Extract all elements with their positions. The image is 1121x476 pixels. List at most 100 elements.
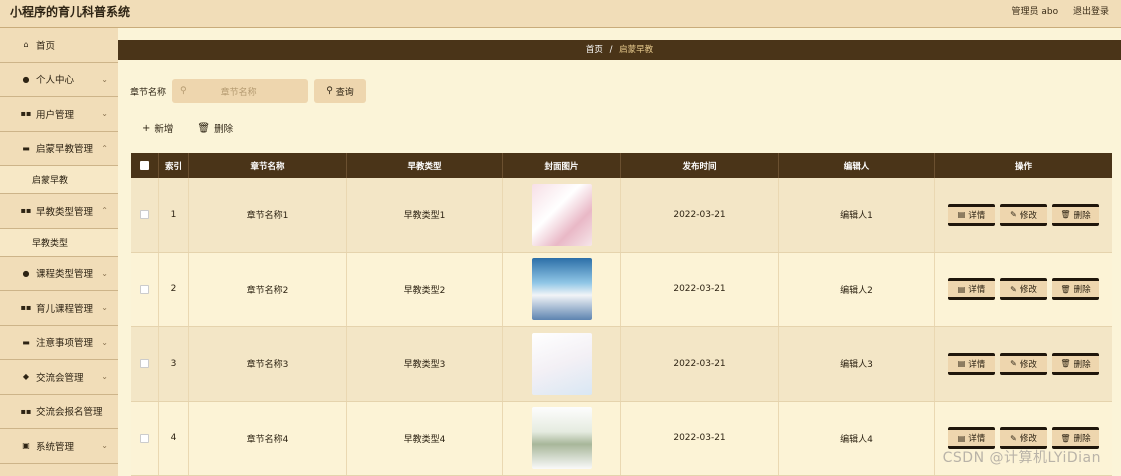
edit-button[interactable]: ✎ 修改	[1000, 352, 1047, 375]
pencil-icon: ✎	[1010, 433, 1017, 443]
delete-button[interactable]: 🗑 删除	[1052, 352, 1099, 375]
sidebar-item-personal-center[interactable]: ● 个人中心 ⌄	[0, 63, 118, 97]
sidebar-item-parenting-course-management[interactable]: ▪▪ 育儿课程管理 ⌄	[0, 291, 118, 326]
detail-button[interactable]: ▤ 详情	[948, 427, 995, 450]
pencil-icon: ✎	[1010, 359, 1017, 369]
book-icon: ▬	[22, 143, 30, 153]
row-index: 2	[159, 252, 189, 326]
sidebar-item-course-type-management[interactable]: ● 课程类型管理 ⌄	[0, 257, 118, 291]
row-cover-cell	[503, 401, 621, 475]
sidebar-item-label: 首页	[36, 40, 56, 52]
sidebar-item-label: 用户管理	[36, 109, 75, 121]
user-icon: ●	[22, 74, 30, 84]
watermark: CSDN @计算机LYiDian	[942, 450, 1101, 466]
row-cover-cell	[503, 327, 621, 401]
row-checkbox[interactable]	[140, 210, 149, 220]
edit-button[interactable]: ✎ 修改	[1000, 427, 1047, 450]
trash-icon: 🗑	[1060, 284, 1071, 294]
delete-button[interactable]: 🗑 删除	[1052, 203, 1099, 226]
delete-button[interactable]: 🗑 删除	[1052, 278, 1099, 301]
row-checkbox[interactable]	[140, 359, 149, 369]
cover-image[interactable]	[531, 407, 592, 470]
query-button[interactable]: ⚲ 查询	[314, 79, 367, 103]
edit-button-label: 修改	[1019, 359, 1037, 370]
query-button-label: 查询	[335, 87, 354, 98]
plus-icon: +	[142, 122, 151, 134]
admin-label[interactable]: 管理员 abo	[1012, 7, 1059, 17]
search-row: 章节名称 ⚲ 章节名称 ⚲ 查询	[130, 79, 367, 103]
select-all-cell	[131, 153, 159, 178]
delete-button[interactable]: 🗑 删除	[1052, 427, 1099, 450]
row-date: 2022-03-21	[621, 401, 779, 475]
column-header-type: 早教类型	[347, 153, 503, 178]
sidebar-item-notes-management[interactable]: ▬ 注意事项管理 ⌄	[0, 326, 118, 360]
grid-icon: ▪▪	[20, 406, 32, 416]
document-icon: ▤	[957, 359, 966, 369]
sidebar-subitem-early-education[interactable]: 启蒙早教	[0, 166, 118, 194]
sidebar-item-meeting-management[interactable]: ◆ 交流会管理 ⌄	[0, 360, 118, 395]
row-index: 1	[159, 178, 189, 252]
detail-button-label: 详情	[968, 210, 986, 221]
search-icon: ⚲	[326, 86, 333, 96]
search-input[interactable]: ⚲ 章节名称	[172, 79, 309, 103]
chevron-up-icon: ⌃	[101, 143, 108, 153]
trash-icon: 🗑	[197, 122, 211, 134]
sidebar-subitem-education-type[interactable]: 早教类型	[0, 228, 118, 257]
row-select-cell	[131, 252, 159, 326]
sidebar-item-meeting-signup-management[interactable]: ▪▪ 交流会报名管理	[0, 395, 118, 429]
edit-button-label: 修改	[1019, 285, 1037, 296]
sidebar-item-education-type-management[interactable]: ▪▪ 早教类型管理 ⌃	[0, 194, 118, 229]
column-header-name: 章节名称	[189, 153, 347, 178]
pencil-icon: ✎	[1010, 284, 1017, 294]
document-icon: ▤	[957, 284, 966, 294]
chevron-down-icon: ⌄	[101, 303, 108, 312]
row-actions: ▤ 详情 ✎ 修改 🗑 删除	[935, 253, 1112, 327]
batch-delete-button[interactable]: 🗑 删除	[197, 121, 233, 136]
row-name: 章节名称4	[189, 401, 347, 475]
select-all-checkbox[interactable]	[140, 161, 149, 170]
sidebar-item-label: 注意事项管理	[36, 338, 94, 350]
sidebar-item-early-education-management[interactable]: ▬ 启蒙早教管理 ⌃	[0, 132, 118, 166]
column-header-author: 编辑人	[779, 153, 935, 178]
row-select-cell	[131, 178, 159, 252]
search-label: 章节名称	[130, 87, 167, 98]
cover-image[interactable]	[531, 183, 592, 246]
trash-icon: 🗑	[1060, 433, 1071, 443]
trash-icon: 🗑	[1060, 210, 1071, 220]
edit-button[interactable]: ✎ 修改	[1000, 278, 1047, 301]
detail-button[interactable]: ▤ 详情	[948, 352, 995, 375]
cover-image[interactable]	[531, 332, 592, 395]
cover-image[interactable]	[531, 258, 592, 321]
column-header-cover: 封面图片	[503, 153, 621, 178]
logout-link[interactable]: 退出登录	[1073, 7, 1109, 17]
top-right-menu: 管理员 abo 退出登录	[1000, 6, 1110, 18]
detail-button[interactable]: ▤ 详情	[948, 278, 995, 301]
sidebar-item-label: 个人中心	[36, 75, 75, 87]
data-table: 索引 章节名称 早教类型 封面图片 发布时间 编辑人 操作 1 章节名称1 早教…	[131, 153, 1112, 476]
row-checkbox[interactable]	[140, 284, 149, 294]
add-button[interactable]: + 新增	[142, 121, 174, 136]
row-author: 编辑人2	[779, 252, 935, 326]
sidebar-item-user-management[interactable]: ▪▪ 用户管理 ⌄	[0, 97, 118, 132]
table-row: 2 章节名称2 早教类型2 2022-03-21 编辑人2 ▤ 详情 ✎ 修改 🗑 删…	[131, 252, 1112, 327]
delete-button-label: 删除	[1073, 359, 1091, 370]
edit-button[interactable]: ✎ 修改	[1000, 203, 1047, 226]
row-checkbox[interactable]	[140, 433, 149, 443]
document-icon: ▤	[957, 210, 966, 220]
chevron-down-icon: ⌄	[101, 268, 108, 278]
edit-button-label: 修改	[1019, 434, 1037, 445]
delete-button-label: 删除	[1073, 210, 1091, 221]
row-name: 章节名称3	[189, 327, 347, 401]
add-button-label: 新增	[154, 124, 174, 135]
sidebar-item-system-management[interactable]: ▣ 系统管理 ⌄	[0, 429, 118, 464]
detail-button[interactable]: ▤ 详情	[948, 203, 995, 226]
row-index: 4	[159, 401, 189, 475]
breadcrumb-home[interactable]: 首页	[586, 45, 603, 55]
row-name: 章节名称1	[189, 178, 347, 252]
sidebar-item-home[interactable]: ⌂ 首页	[0, 28, 118, 63]
row-type: 早教类型1	[347, 178, 503, 252]
sidebar-item-label: 交流会管理	[36, 372, 84, 384]
detail-button-label: 详情	[968, 434, 986, 445]
grid-icon: ▪▪	[20, 109, 32, 119]
sidebar-item-label: 交流会报名管理	[36, 407, 103, 419]
